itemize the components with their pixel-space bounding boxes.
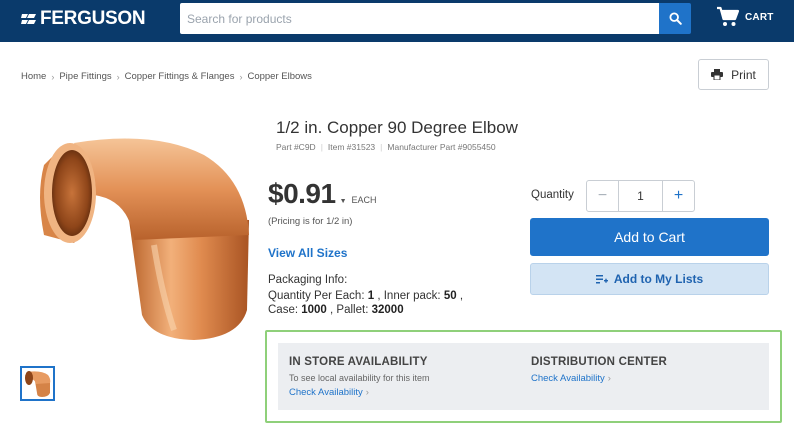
pallet-label: , Pallet: (330, 304, 369, 316)
cart-label: CART (745, 11, 774, 23)
breadcrumb: Home › Pipe Fittings › Copper Fittings &… (21, 71, 312, 82)
add-list-icon (595, 275, 608, 284)
quantity-label: Quantity (531, 189, 574, 201)
case-label: Case: (268, 304, 299, 316)
in-store-check-availability-label: Check Availability (289, 387, 363, 398)
in-store-check-availability-link[interactable]: Check Availability › (289, 387, 369, 398)
breadcrumb-copper-elbows[interactable]: Copper Elbows (247, 71, 311, 82)
inner-pack-value: 50 (443, 290, 457, 302)
product-title: 1/2 in. Copper 90 Degree Elbow (276, 118, 518, 137)
packaging-line-1: Quantity Per Each: 1 , Inner pack: 50 , (268, 290, 463, 302)
price-unit-dropdown-icon[interactable]: ▼ (340, 198, 347, 205)
print-icon (711, 69, 724, 80)
inner-pack-label: , Inner pack: (377, 290, 441, 302)
distribution-check-availability-link[interactable]: Check Availability › (531, 373, 611, 384)
ferguson-logo[interactable]: FERGUSON (21, 8, 146, 30)
pallet-value: 32000 (371, 304, 404, 316)
price: $0.91 ▼ EACH (268, 178, 377, 210)
availability-panel: IN STORE AVAILABILITY To see local avail… (278, 343, 769, 410)
breadcrumb-pipe-fittings[interactable]: Pipe Fittings (59, 71, 111, 82)
distribution-center-heading: DISTRIBUTION CENTER (531, 356, 668, 368)
search-input[interactable] (180, 3, 659, 34)
search-icon (668, 12, 682, 25)
breadcrumb-home[interactable]: Home (21, 71, 46, 82)
search-button[interactable] (659, 3, 691, 34)
part-number: Part #C9D (276, 142, 316, 152)
packaging-comma: , (459, 290, 464, 302)
add-to-my-lists-label: Add to My Lists (613, 272, 704, 286)
case-value: 1000 (301, 304, 327, 316)
price-value: $0.91 (268, 178, 336, 209)
print-label: Print (731, 67, 756, 82)
qty-per-each-label: Quantity Per Each: (268, 290, 365, 302)
quantity-increment-button[interactable]: + (662, 181, 694, 211)
breadcrumb-separator: › (51, 71, 55, 82)
logo-text: FERGUSON (40, 8, 146, 29)
product-thumbnail[interactable] (20, 366, 55, 401)
distribution-check-availability-label: Check Availability (531, 373, 605, 384)
price-unit: EACH (351, 195, 377, 205)
ferguson-logo-icon (21, 14, 36, 24)
site-header: FERGUSON CART (0, 0, 794, 42)
packaging-line-2: Case: 1000 , Pallet: 32000 (268, 304, 404, 316)
in-store-heading: IN STORE AVAILABILITY (289, 356, 428, 368)
in-store-subtext: To see local availability for this item (289, 373, 430, 383)
view-all-sizes-link[interactable]: View All Sizes (268, 246, 347, 260)
add-to-cart-button[interactable]: Add to Cart (530, 218, 769, 256)
quantity-decrement-button[interactable]: − (587, 181, 619, 211)
add-to-my-lists-button[interactable]: Add to My Lists (530, 263, 769, 295)
breadcrumb-copper-fittings[interactable]: Copper Fittings & Flanges (125, 71, 235, 82)
quantity-stepper: − 1 + (586, 180, 695, 212)
chevron-right-icon: › (607, 373, 611, 384)
search-bar (180, 3, 691, 34)
product-image[interactable] (34, 125, 252, 343)
breadcrumb-separator: › (239, 71, 243, 82)
item-number: Item #31523 (327, 142, 376, 152)
part-separator: | (320, 142, 323, 152)
thumbnail-image (25, 371, 51, 397)
manufacturer-part-number: Manufacturer Part #9055450 (387, 142, 496, 152)
qty-per-each-value: 1 (367, 290, 375, 302)
chevron-right-icon: › (365, 387, 369, 398)
pricing-note: (Pricing is for 1/2 in) (268, 216, 353, 227)
cart-icon (717, 6, 740, 26)
quantity-input[interactable]: 1 (619, 181, 662, 211)
breadcrumb-separator: › (116, 71, 120, 82)
part-numbers: Part #C9D | Item #31523 | Manufacturer P… (276, 142, 496, 152)
part-separator: | (380, 142, 383, 152)
packaging-title: Packaging Info: (268, 274, 348, 286)
cart-link[interactable]: CART (716, 5, 774, 29)
print-button[interactable]: Print (698, 59, 769, 90)
